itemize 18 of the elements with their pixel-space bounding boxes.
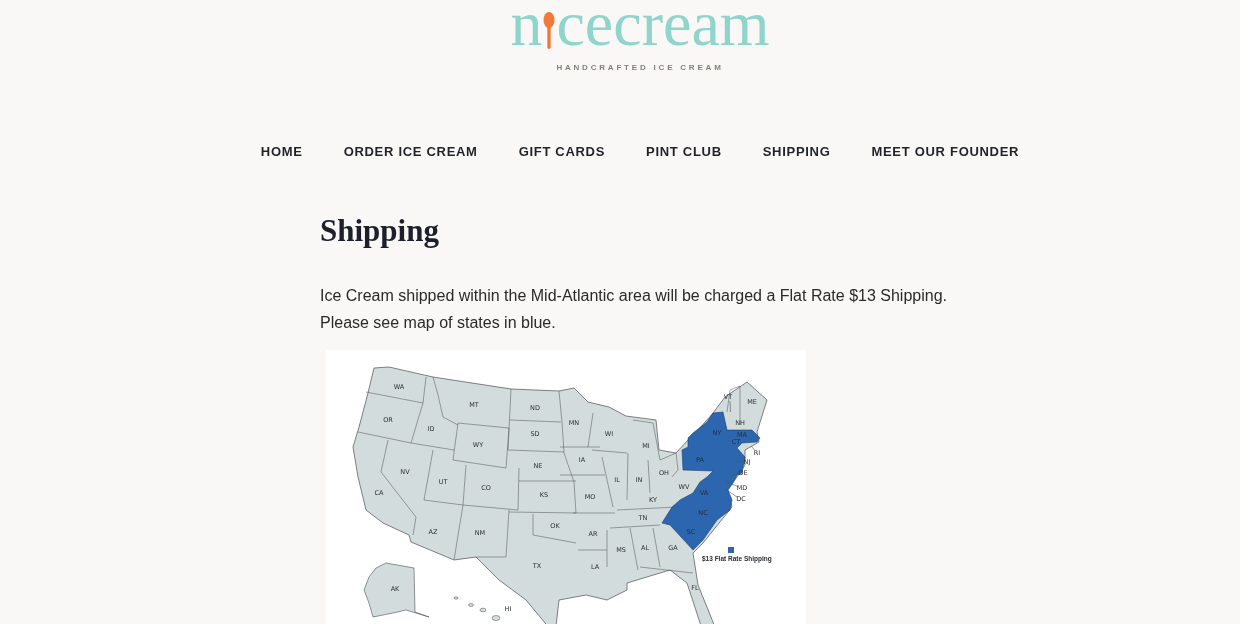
leader-line [729, 400, 731, 413]
page-heading: Shipping [320, 213, 440, 249]
legend-swatch-icon [728, 547, 734, 553]
nav-link[interactable]: ORDER ICE CREAM [343, 142, 478, 162]
logo-wordmark: n [510, 0, 543, 48]
nav-link[interactable]: SHIPPING [762, 142, 831, 162]
spoon-icon [543, 12, 556, 49]
nav-link[interactable]: MEET OUR FOUNDER [871, 142, 1020, 162]
body-text: Please see map of states in blue. [320, 313, 557, 333]
leader-line [751, 446, 755, 451]
logo-wordmark: cecream [556, 0, 770, 48]
nav-link[interactable]: HOME [260, 142, 303, 162]
leader-line [734, 460, 743, 462]
logo-tagline: HANDCRAFTED ICE CREAM [556, 62, 724, 74]
nav-link[interactable]: GIFT CARDS [518, 142, 606, 162]
nav-link[interactable]: PINT CLUB [646, 142, 722, 162]
leader-line [731, 473, 740, 476]
body-text: Ice Cream shipped within the Mid-Atlantic area will be charged a Flat Rate $13 Shipping. [320, 286, 948, 306]
